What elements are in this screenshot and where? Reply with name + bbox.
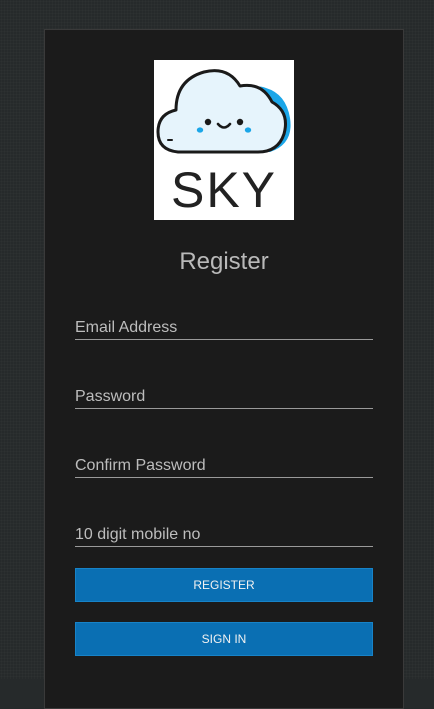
page-title: Register <box>179 248 269 275</box>
email-field[interactable] <box>75 310 373 339</box>
sky-logo: SKY <box>154 60 294 220</box>
password-field-wrapper <box>75 379 373 409</box>
email-field-wrapper <box>75 310 373 340</box>
register-button[interactable]: REGISTER <box>75 568 373 602</box>
register-card: SKY Register REGISTER SIGN IN <box>44 29 404 709</box>
password-field[interactable] <box>75 379 373 408</box>
confirm-password-field[interactable] <box>75 448 373 477</box>
confirm-password-field-wrapper <box>75 448 373 478</box>
logo-text: SKY <box>170 162 278 218</box>
mobile-field-wrapper <box>75 517 373 547</box>
mobile-field[interactable] <box>75 517 373 546</box>
cloud-face-icon <box>156 69 291 154</box>
sign-in-button[interactable]: SIGN IN <box>75 622 373 656</box>
